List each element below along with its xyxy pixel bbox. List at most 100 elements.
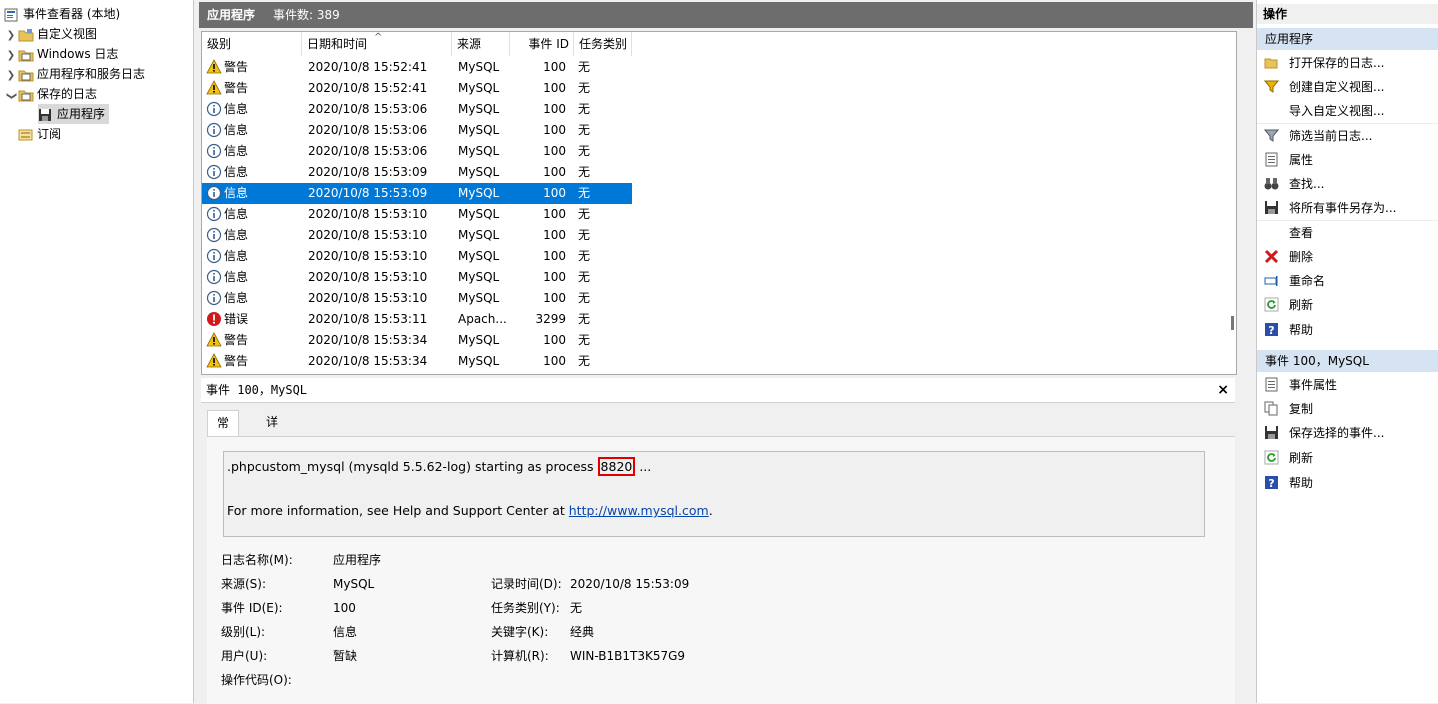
table-row[interactable]: 信息 2020/10/8 15:53:09 MySQL 100 无 xyxy=(202,183,632,204)
cell-level: 信息 xyxy=(224,186,249,200)
tab-details[interactable]: 详细信息 xyxy=(257,410,287,504)
create-custom-view-action[interactable]: 创建自定义视图... xyxy=(1257,76,1438,98)
cell-datetime: 2020/10/8 15:52:41 xyxy=(308,60,428,74)
folder-open-icon xyxy=(18,88,34,102)
cell-event-id: 100 xyxy=(543,144,566,158)
floppy-disk-icon xyxy=(1264,425,1279,440)
tree-item-custom-views[interactable]: ❯ 自定义视图 xyxy=(4,24,97,44)
prop-level-label: 级别(L): xyxy=(221,625,266,639)
cell-level: 信息 xyxy=(224,270,249,284)
event-count: 事件数: 389 xyxy=(273,8,340,22)
cell-level: 信息 xyxy=(224,249,249,263)
chevron-right-icon[interactable]: ❯ xyxy=(4,26,18,46)
cell-source: MySQL xyxy=(458,165,500,179)
view-action[interactable]: 查看 xyxy=(1257,222,1438,244)
scrollbar-thumb[interactable] xyxy=(1231,316,1234,330)
table-row[interactable]: 信息 2020/10/8 15:53:10 MySQL 100 无 xyxy=(202,267,632,288)
event-properties-icon xyxy=(1264,377,1279,392)
save-all-events-action[interactable]: 将所有事件另存为... xyxy=(1257,197,1438,219)
table-row[interactable]: 警告 2020/10/8 15:52:41 MySQL 100 无 xyxy=(202,57,632,78)
message-line-1: .phpcustom_mysql (mysqld 5.5.62-log) sta… xyxy=(227,457,652,476)
mysql-link[interactable]: http://www.mysql.com xyxy=(569,503,709,518)
import-custom-view-action[interactable]: 导入自定义视图... xyxy=(1257,100,1438,122)
table-row[interactable]: 信息 2020/10/8 15:53:10 MySQL 100 无 xyxy=(202,204,632,225)
tab-general[interactable]: 常规 xyxy=(207,410,240,455)
cell-level: 警告 xyxy=(224,354,249,368)
chevron-right-icon[interactable]: ❯ xyxy=(4,66,18,86)
column-level[interactable]: 级别 xyxy=(202,32,302,56)
tree-item-app-service-logs[interactable]: ❯ 应用程序和服务日志 xyxy=(4,64,145,84)
tree-item-application[interactable]: 应用程序 xyxy=(38,104,110,124)
actions-section-application[interactable]: 应用程序 xyxy=(1257,28,1438,50)
cell-source: MySQL xyxy=(458,249,500,263)
info-icon xyxy=(206,101,222,117)
table-row[interactable]: 信息 2020/10/8 15:53:09 MySQL 100 无 xyxy=(202,162,632,183)
table-row[interactable]: 错误 2020/10/8 15:53:11 Apach... 3299 无 xyxy=(202,309,632,330)
table-row[interactable]: 信息 2020/10/8 15:53:10 MySQL 100 无 xyxy=(202,246,632,267)
column-event-id[interactable]: 事件 ID xyxy=(510,32,574,56)
cell-event-id: 100 xyxy=(543,102,566,116)
subscription-icon xyxy=(18,128,34,142)
help-action[interactable]: ? 帮助 xyxy=(1257,472,1438,494)
properties-action[interactable]: 属性 xyxy=(1257,149,1438,171)
separator xyxy=(1257,123,1438,124)
properties-icon xyxy=(1264,152,1279,167)
cell-level: 信息 xyxy=(224,123,249,137)
info-icon xyxy=(206,143,222,159)
cell-source: MySQL xyxy=(458,102,500,116)
cell-level: 信息 xyxy=(224,144,249,158)
table-row[interactable]: 信息 2020/10/8 15:53:06 MySQL 100 无 xyxy=(202,120,632,141)
cell-source: Apach... xyxy=(458,312,507,326)
refresh-action[interactable]: 刷新 xyxy=(1257,294,1438,316)
filter-current-log-action[interactable]: 筛选当前日志... xyxy=(1257,125,1438,147)
cell-event-id: 100 xyxy=(543,165,566,179)
tree-item-windows-logs[interactable]: ❯ Windows 日志 xyxy=(4,44,118,64)
tree-root[interactable]: 事件查看器 (本地) xyxy=(4,4,120,24)
prop-recorded-label: 记录时间(D): xyxy=(491,577,562,591)
copy-action[interactable]: 复制 xyxy=(1257,398,1438,420)
actions-section-event[interactable]: 事件 100，MySQL xyxy=(1257,350,1438,372)
info-icon xyxy=(206,227,222,243)
column-source[interactable]: 来源 xyxy=(452,32,510,56)
delete-action[interactable]: 删除 xyxy=(1257,246,1438,268)
refresh-action[interactable]: 刷新 xyxy=(1257,447,1438,469)
open-saved-log-action[interactable]: 打开保存的日志... xyxy=(1257,52,1438,74)
cell-task-category: 无 xyxy=(578,123,591,137)
table-row[interactable]: 信息 2020/10/8 15:53:10 MySQL 100 无 xyxy=(202,225,632,246)
table-row[interactable]: 警告 2020/10/8 15:53:34 MySQL 100 无 xyxy=(202,330,632,351)
find-action[interactable]: 查找... xyxy=(1257,173,1438,195)
warning-icon xyxy=(206,353,222,369)
cell-datetime: 2020/10/8 15:53:09 xyxy=(308,165,428,179)
table-row[interactable]: 信息 2020/10/8 15:53:06 MySQL 100 无 xyxy=(202,99,632,120)
cell-event-id: 3299 xyxy=(535,312,566,326)
table-row[interactable]: 信息 2020/10/8 15:53:06 MySQL 100 无 xyxy=(202,141,632,162)
rename-action[interactable]: 重命名 xyxy=(1257,270,1438,292)
table-row[interactable]: 信息 2020/10/8 15:53:10 MySQL 100 无 xyxy=(202,288,632,309)
info-icon xyxy=(206,164,222,180)
cell-datetime: 2020/10/8 15:53:34 xyxy=(308,354,428,368)
info-icon xyxy=(206,248,222,264)
close-icon[interactable]: × xyxy=(1217,378,1229,402)
help-action[interactable]: ? 帮助 xyxy=(1257,319,1438,341)
cell-source: MySQL xyxy=(458,270,500,284)
cell-task-category: 无 xyxy=(578,165,591,179)
tree-item-saved-logs[interactable]: ❯ 保存的日志 xyxy=(4,84,97,104)
table-row[interactable]: 警告 2020/10/8 15:52:41 MySQL 100 无 xyxy=(202,78,632,99)
event-properties-action[interactable]: 事件属性 xyxy=(1257,374,1438,396)
cell-level: 警告 xyxy=(224,81,249,95)
save-selected-events-action[interactable]: 保存选择的事件... xyxy=(1257,422,1438,444)
cell-event-id: 100 xyxy=(543,60,566,74)
event-list[interactable]: 级别 日期和时间 ^ 来源 事件 ID 任务类别 警告 2020/10/8 15:5… xyxy=(201,31,1237,375)
table-row[interactable]: 警告 2020/10/8 15:53:34 MySQL 100 无 xyxy=(202,351,632,372)
column-datetime[interactable]: 日期和时间 ^ xyxy=(302,32,452,56)
cell-level: 警告 xyxy=(224,60,249,74)
chevron-right-icon[interactable]: ❯ xyxy=(4,46,18,66)
column-task-category[interactable]: 任务类别 xyxy=(574,32,632,56)
cell-source: MySQL xyxy=(458,81,500,95)
prop-user: 暂缺 xyxy=(333,649,358,663)
prop-event-id-label: 事件 ID(E): xyxy=(221,601,283,615)
tree-item-subscriptions[interactable]: 订阅 xyxy=(18,124,61,144)
event-message-box[interactable]: .phpcustom_mysql (mysqld 5.5.62-log) sta… xyxy=(223,451,1205,537)
cell-event-id: 100 xyxy=(543,354,566,368)
prop-source-label: 来源(S): xyxy=(221,577,267,591)
